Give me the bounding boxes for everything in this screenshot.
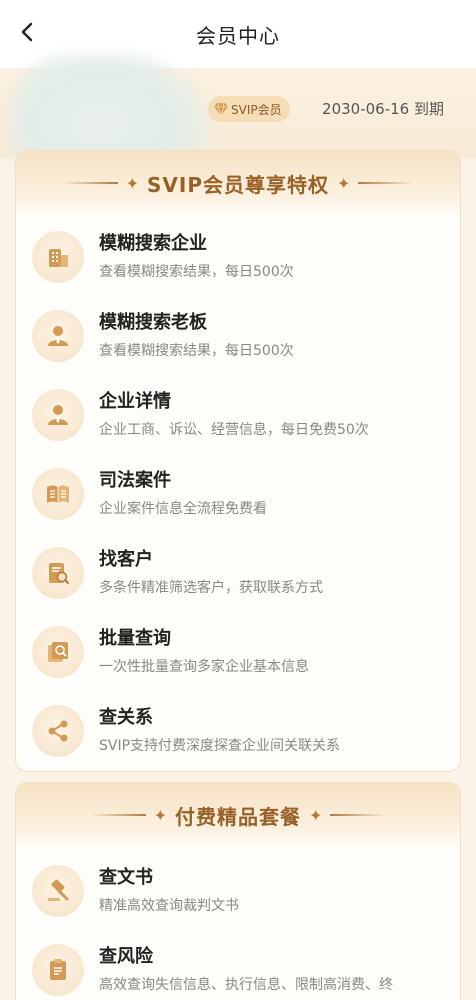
privilege-item-find-customer[interactable]: 找客户 多条件精准筛选客户，获取联系方式: [16, 539, 460, 609]
privilege-title: 批量查询: [99, 628, 171, 649]
privilege-title: 查关系: [99, 707, 153, 728]
building-icon: [32, 231, 84, 283]
privilege-desc: 多条件精准筛选客户，获取联系方式: [99, 580, 323, 596]
book-icon: [32, 468, 84, 520]
divider-right: [330, 814, 387, 816]
expire-date: 2030-06-16 到期: [322, 100, 444, 118]
package-title: 查风险: [99, 946, 153, 967]
privilege-desc: 一次性批量查询多家企业基本信息: [99, 659, 309, 675]
privilege-desc: 企业案件信息全流程免费看: [99, 501, 267, 517]
privilege-desc: 查看模糊搜索结果，每日500次: [99, 343, 294, 359]
privilege-item-judicial-case[interactable]: 司法案件 企业案件信息全流程免费看: [16, 460, 460, 530]
privilege-item-relations[interactable]: 查关系 SVIP支持付费深度探查企业间关联关系: [16, 697, 460, 767]
sparkle-icon: ✦: [125, 173, 139, 193]
package-item-documents[interactable]: 查文书 精准高效查询裁判文书: [16, 857, 460, 927]
chevron-left-icon: [21, 22, 33, 42]
privilege-item-fuzzy-boss[interactable]: 模糊搜索老板 查看模糊搜索结果，每日500次: [16, 302, 460, 372]
batch-search-icon: [32, 626, 84, 678]
share-icon: [32, 705, 84, 757]
package-item-risk[interactable]: 查风险 高效查询失信信息、执行信息、限制高消费、终: [16, 936, 460, 1000]
page: 会员中心 SVIP会员 2030-06-16 到期 ✦ SVIP会员尊享特权 ✦: [0, 0, 476, 1000]
privilege-item-batch-query[interactable]: 批量查询 一次性批量查询多家企业基本信息: [16, 618, 460, 688]
privilege-item-fuzzy-company[interactable]: 模糊搜索企业 查看模糊搜索结果，每日500次: [16, 223, 460, 293]
paid-card-header: ✦ 付费精品套餐 ✦: [16, 783, 460, 847]
privilege-title: 模糊搜索老板: [99, 312, 207, 333]
person-icon: [32, 310, 84, 362]
person-icon: [32, 389, 84, 441]
divider-left: [61, 182, 118, 184]
sparkle-icon: ✦: [153, 805, 167, 825]
sparkle-icon: ✦: [336, 173, 351, 193]
svip-card-title: SVIP会员尊享特权: [147, 172, 329, 197]
svip-privileges-card: ✦ SVIP会员尊享特权 ✦ 模糊搜索企业 查看模糊搜索结果，每日500次 模糊…: [15, 150, 461, 772]
divider-left: [89, 814, 146, 816]
package-title: 查文书: [99, 867, 153, 888]
package-desc: 精准高效查询裁判文书: [99, 898, 239, 914]
divider-right: [358, 182, 415, 184]
svip-badge: SVIP会员: [208, 96, 290, 122]
clipboard-icon: [32, 944, 84, 996]
privilege-title: 找客户: [99, 549, 153, 570]
privilege-desc: 查看模糊搜索结果，每日500次: [99, 264, 294, 280]
back-button[interactable]: [10, 14, 46, 50]
document-search-icon: [32, 547, 84, 599]
privilege-desc: 企业工商、诉讼、经营信息，每日免费50次: [99, 422, 369, 438]
svip-badge-label: SVIP会员: [231, 102, 282, 117]
page-title: 会员中心: [196, 23, 280, 48]
sparkle-icon: ✦: [309, 805, 323, 825]
diamond-icon: [214, 103, 228, 115]
privilege-title: 企业详情: [99, 391, 171, 412]
privilege-title: 模糊搜索企业: [99, 233, 207, 254]
gavel-icon: [32, 865, 84, 917]
paid-card-title: 付费精品套餐: [175, 804, 301, 829]
paid-package-card: ✦ 付费精品套餐 ✦ 查文书 精准高效查询裁判文书 查风险 高效查询失信信息、执…: [15, 782, 461, 1000]
svip-card-header: ✦ SVIP会员尊享特权 ✦: [16, 151, 460, 215]
package-desc: 高效查询失信信息、执行信息、限制高消费、终: [99, 977, 393, 993]
privilege-item-company-detail[interactable]: 企业详情 企业工商、诉讼、经营信息，每日免费50次: [16, 381, 460, 451]
privilege-title: 司法案件: [99, 470, 171, 491]
privilege-desc: SVIP支持付费深度探查企业间关联关系: [99, 738, 341, 754]
